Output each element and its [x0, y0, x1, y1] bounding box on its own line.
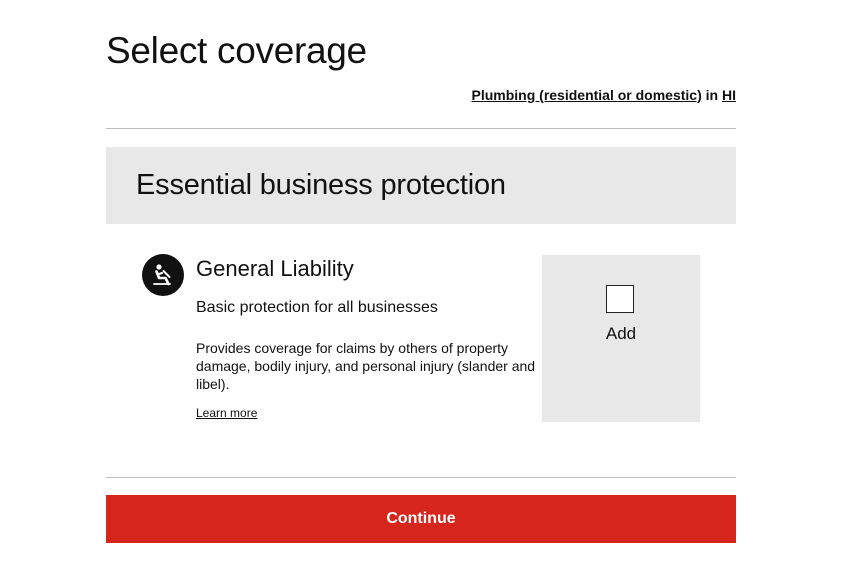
- learn-more-link[interactable]: Learn more: [196, 406, 257, 420]
- page-title: Select coverage: [106, 30, 367, 71]
- industry-link[interactable]: Plumbing (residential or domestic): [472, 87, 702, 103]
- add-coverage-toggle[interactable]: Add: [542, 255, 700, 422]
- context-connector: in: [705, 87, 719, 103]
- section-title: Essential business protection: [136, 169, 506, 201]
- person-falling-icon: [142, 254, 184, 296]
- divider-top: [106, 128, 736, 129]
- state-link[interactable]: HI: [722, 87, 736, 103]
- coverage-subtitle: Basic protection for all businesses: [196, 299, 438, 316]
- coverage-name: General Liability: [196, 256, 354, 281]
- continue-button[interactable]: Continue: [106, 495, 736, 543]
- coverage-context: Plumbing (residential or domestic) in HI: [472, 86, 737, 104]
- section-header: Essential business protection: [106, 147, 736, 224]
- coverage-description: Provides coverage for claims by others o…: [196, 340, 536, 392]
- divider-bottom: [106, 477, 736, 478]
- add-label: Add: [605, 324, 637, 343]
- add-checkbox[interactable]: [606, 285, 634, 313]
